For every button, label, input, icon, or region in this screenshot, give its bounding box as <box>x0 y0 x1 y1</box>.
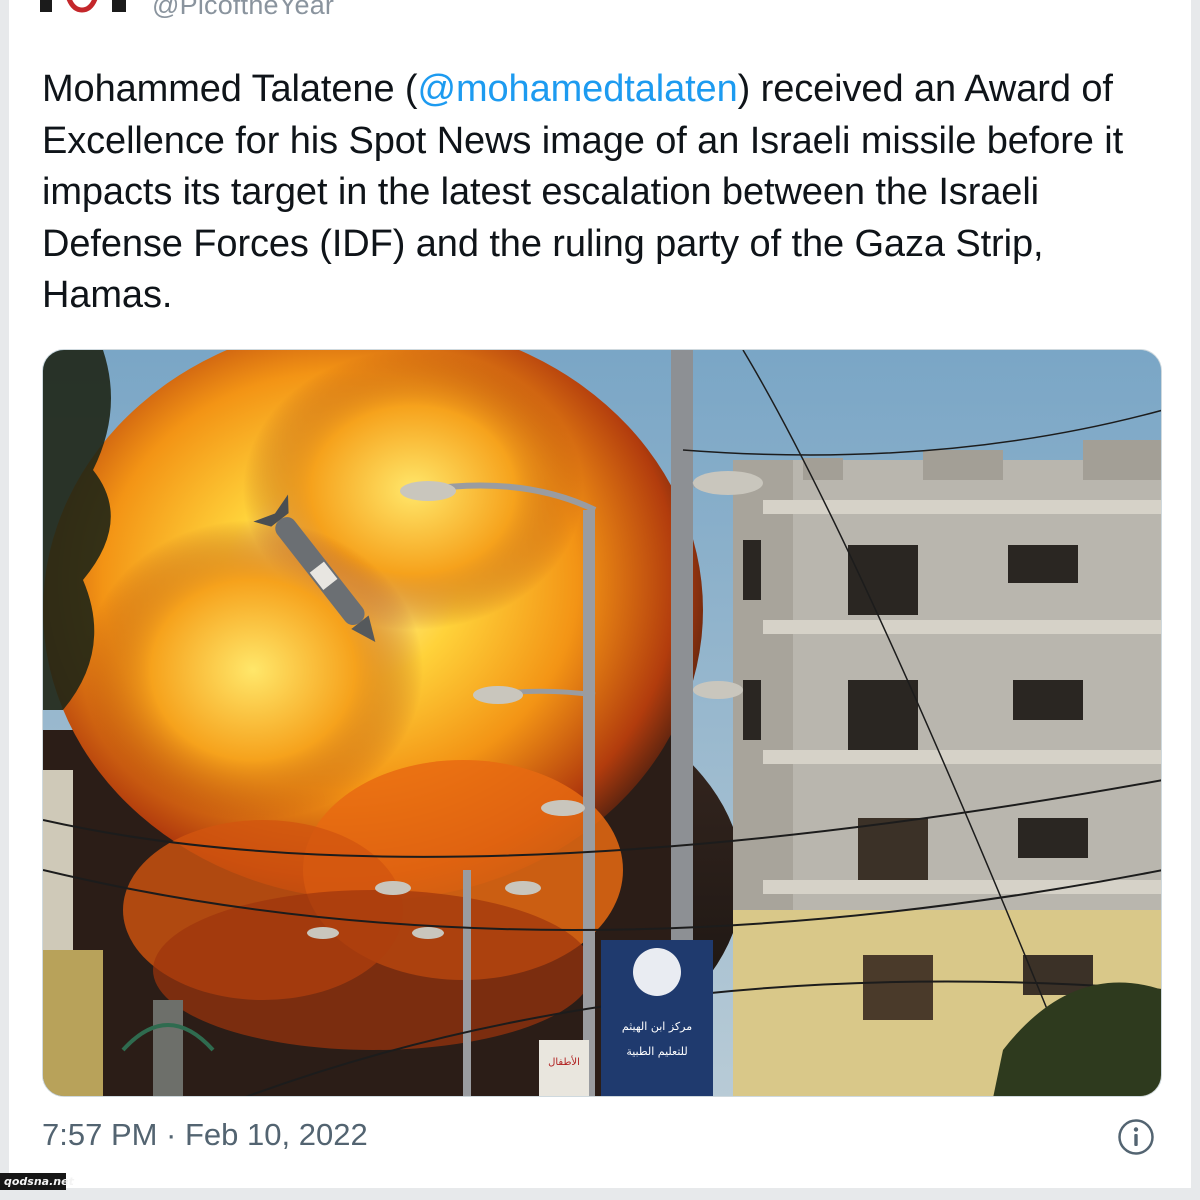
site-watermark: qodsna.net <box>0 1173 74 1190</box>
explosion-photo: مركز ابن الهيثم للتعليم الطبية الأطفال <box>43 350 1161 1096</box>
account-logo[interactable] <box>40 0 130 14</box>
sign-line-3: الأطفال <box>548 1055 580 1068</box>
window-left-border <box>0 0 9 1200</box>
sign-line-1: مركز ابن الهيثم <box>622 1020 692 1033</box>
sign-line-2: للتعليم الطبية <box>626 1045 687 1058</box>
mention-link[interactable]: @mohamedtalaten <box>417 68 737 110</box>
window-bottom-border <box>0 1188 1200 1200</box>
tweet-photo[interactable]: مركز ابن الهيثم للتعليم الطبية الأطفال <box>42 349 1162 1097</box>
window-right-border <box>1191 0 1200 1200</box>
tweet-timestamp[interactable]: 7:57 PM · Feb 10, 2022 <box>42 1117 368 1153</box>
tweet-text: Mohammed Talatene (@mohamedtalaten) rece… <box>42 64 1162 322</box>
tweet-text-start: Mohammed Talatene ( <box>42 68 418 110</box>
info-icon[interactable] <box>1116 1117 1156 1157</box>
account-handle[interactable]: @PicoftheYear <box>152 0 334 21</box>
